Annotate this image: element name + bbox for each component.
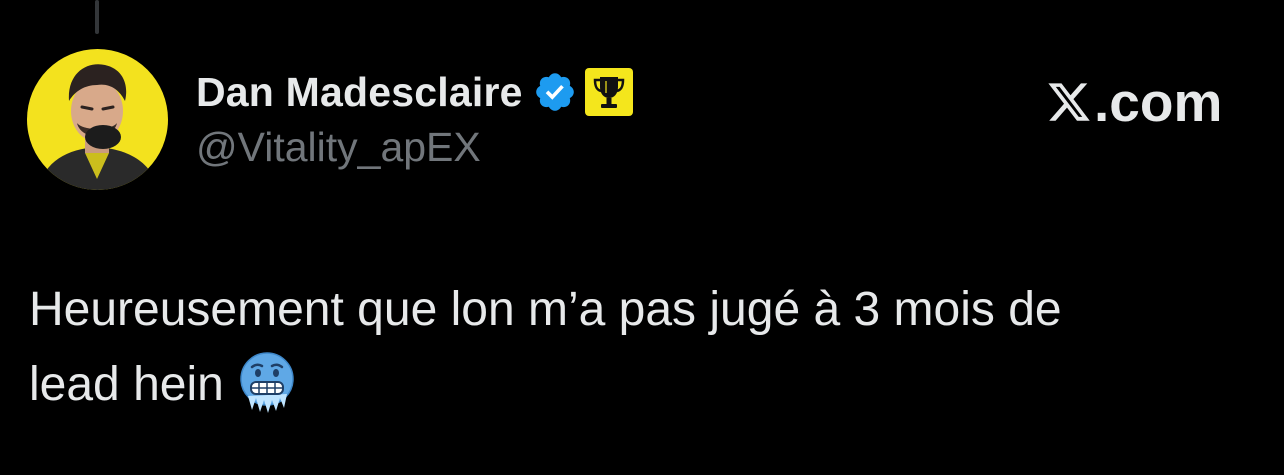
author-name-row: Dan Madesclaire (196, 66, 634, 118)
author-display-name[interactable]: Dan Madesclaire (196, 69, 523, 116)
tweet-text-line-1: Heureusement que lon m’a pas jugé à 3 mo… (29, 283, 1062, 336)
thread-connector-line (95, 0, 99, 34)
x-com-watermark: .com (1046, 70, 1222, 134)
tweet-body: Heureusement que lon m’a pas jugé à 3 mo… (29, 272, 1229, 422)
watermark-text: .com (1094, 71, 1223, 133)
avatar[interactable] (27, 49, 168, 190)
verified-badge-icon (533, 70, 577, 114)
tweet-text-line-2: lead hein (29, 347, 1229, 422)
cold-face-emoji-icon (238, 352, 296, 414)
avatar-image (27, 49, 168, 190)
trophy-badge-icon[interactable] (584, 67, 634, 117)
tweet-text-line-2-text: lead hein (29, 358, 224, 411)
author-handle[interactable]: @Vitality_apEX (196, 124, 481, 171)
x-logo-icon (1048, 83, 1090, 121)
